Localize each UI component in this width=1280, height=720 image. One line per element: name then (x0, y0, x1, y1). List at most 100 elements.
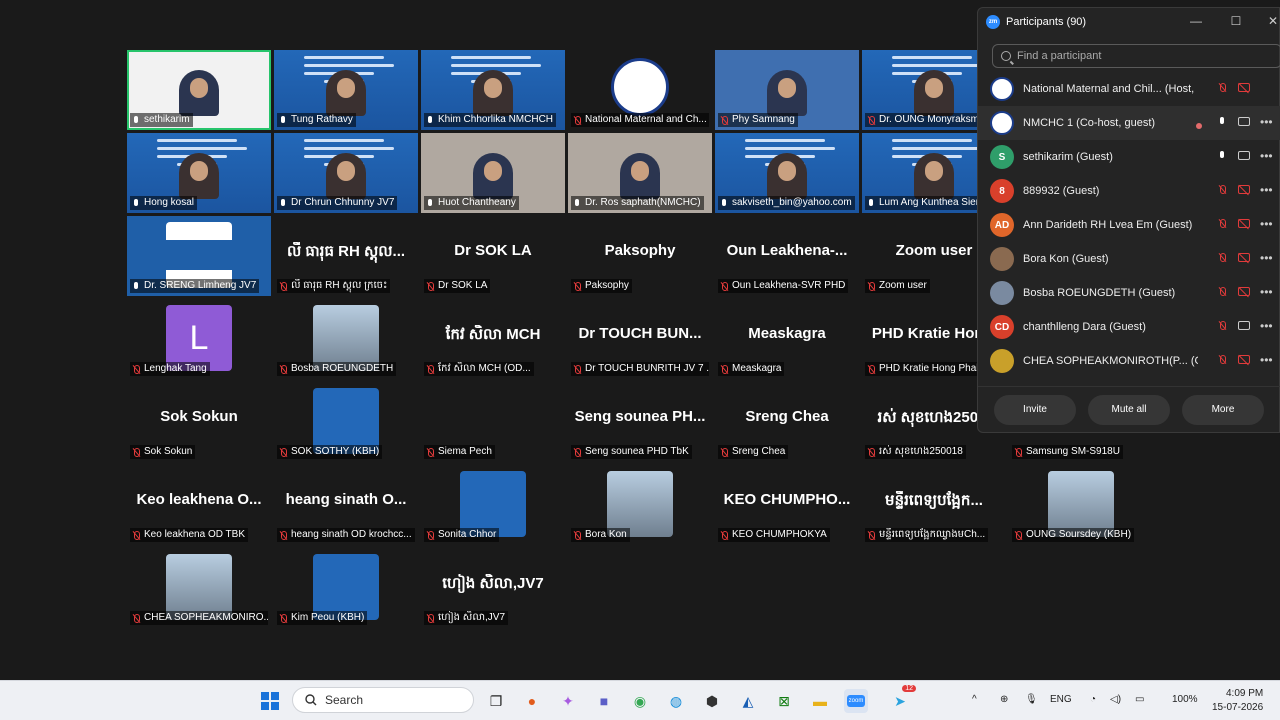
copilot-icon[interactable]: ✦ (556, 689, 580, 713)
more-options-icon[interactable]: ••• (1260, 354, 1273, 366)
participant-tile[interactable]: លី ធារុធ RH ស្តុល... លី ធារុធ RH ស្តុល ក្… (274, 216, 418, 296)
participant-tile[interactable]: Seng sounea PH... Seng sounea PHD TbK (568, 382, 712, 462)
participant-tile[interactable]: heang sinath O... heang sinath OD krochcc… (274, 465, 418, 545)
participant-search-input[interactable]: Find a participant (992, 44, 1280, 68)
participant-tile[interactable]: Phy Samnang (715, 50, 859, 130)
participant-row[interactable]: CD chanthlleng Dara (Guest) ••• (978, 310, 1280, 344)
app-a-icon[interactable]: ◭ (736, 689, 760, 713)
mic-icon[interactable] (1218, 151, 1227, 160)
more-options-icon[interactable]: ••• (1260, 116, 1273, 128)
mic-muted-icon[interactable] (1218, 185, 1227, 194)
participant-tile[interactable]: L Lenghak Tang (127, 299, 271, 379)
language-indicator[interactable]: ENG (1050, 694, 1072, 705)
zoom-taskbar-icon[interactable]: zoom (844, 689, 868, 713)
participant-tile[interactable]: Sreng Chea Sreng Chea (715, 382, 859, 462)
participant-tile[interactable]: sethikarim (127, 50, 271, 130)
participant-row[interactable]: Bora Kon (Guest) ••• (978, 242, 1280, 276)
windows-start-icon[interactable] (258, 689, 282, 713)
camera-off-icon[interactable] (1238, 253, 1250, 262)
battery-icon[interactable]: ▭ (1135, 694, 1144, 705)
participant-tile[interactable]: Tung Rathavy (274, 50, 418, 130)
participant-tile[interactable]: មន្ទីរពេទ្យបង្អែក... មន្ទីរពេទ្យបង្អែកឈ្វ… (862, 465, 1006, 545)
maximize-icon[interactable]: ☐ (1228, 14, 1244, 28)
more-options-icon[interactable]: ••• (1260, 320, 1273, 332)
camera-icon[interactable] (1238, 117, 1250, 126)
participant-tile[interactable]: National Maternal and Ch... (568, 50, 712, 130)
participant-tile[interactable]: Siema Pech (421, 382, 565, 462)
microphone-icon[interactable]: 🎙 (1025, 694, 1038, 705)
participant-tile[interactable]: Dr. Ros saphath(NMCHC) (568, 133, 712, 213)
participant-tile[interactable]: Paksophy Paksophy (568, 216, 712, 296)
camera-off-icon[interactable] (1238, 185, 1250, 194)
mic-muted-icon[interactable] (1218, 321, 1227, 330)
participant-row[interactable]: Ssethikarim (Guest) ••• (978, 140, 1280, 174)
participant-tile[interactable]: Bora Kon (568, 465, 712, 545)
task-view-icon[interactable]: ❐ (484, 689, 508, 713)
participant-row[interactable]: National Maternal and Chil... (Host, me) (978, 72, 1280, 106)
camera-off-icon[interactable] (1238, 219, 1250, 228)
participant-tile[interactable]: CHEA SOPHEAKMONIRO... (127, 548, 271, 628)
camera-off-icon[interactable] (1238, 355, 1250, 364)
mic-muted-icon[interactable] (1218, 355, 1227, 364)
taskbar-search-input[interactable]: Search (292, 687, 474, 713)
participant-tile[interactable]: sakviseth_bin@yahoo.com (715, 133, 859, 213)
mute-all-button[interactable]: Mute all (1088, 394, 1170, 425)
invite-button[interactable]: Invite (994, 394, 1076, 425)
clock-time[interactable]: 4:09 PM (1226, 688, 1263, 699)
chrome-icon[interactable]: ◉ (628, 689, 652, 713)
more-options-icon[interactable]: ••• (1260, 150, 1273, 162)
participant-tile[interactable]: កែវ សិលា MCH កែវ សិលា MCH (OD... (421, 299, 565, 379)
participant-tile[interactable]: Huot Chantheany (421, 133, 565, 213)
more-options-icon[interactable]: ••• (1260, 252, 1273, 264)
more-options-icon[interactable]: ••• (1260, 218, 1273, 230)
mic-icon[interactable] (1218, 117, 1227, 126)
participant-tile[interactable]: Dr. SRENG Limheng JV7 (127, 216, 271, 296)
more-button[interactable]: More (1182, 394, 1264, 425)
participant-tile[interactable]: Dr Chrun Chhunny JV7 (274, 133, 418, 213)
xbox-icon[interactable]: ⊠ (772, 689, 796, 713)
edge-icon[interactable]: ◍ (664, 689, 688, 713)
participant-row[interactable]: 8 889932 (Guest) ••• (978, 174, 1280, 208)
app-hex-icon[interactable]: ⬢ (700, 689, 724, 713)
participant-tile[interactable]: KEO CHUMPHO... KEO CHUMPHOKYA (715, 465, 859, 545)
participant-row[interactable]: NMCHC 1 (Co-host, guest) ••• (978, 106, 1280, 140)
camera-off-icon[interactable] (1238, 83, 1250, 92)
camera-icon[interactable] (1238, 321, 1250, 330)
participant-tile[interactable]: Oun Leakhena-... Oun Leakhena-SVR PHD (715, 216, 859, 296)
tray-app-icon[interactable]: ⊕ (1000, 694, 1008, 705)
more-options-icon[interactable]: ••• (1260, 286, 1273, 298)
mic-muted-icon[interactable] (1218, 253, 1227, 262)
participant-tile[interactable]: Dr TOUCH BUN... Dr TOUCH BUNRITH JV 7 ... (568, 299, 712, 379)
mic-muted-icon[interactable] (1218, 287, 1227, 296)
participant-list[interactable]: National Maternal and Chil... (Host, me)… (978, 72, 1280, 384)
participant-tile[interactable]: Measkagra Measkagra (715, 299, 859, 379)
participant-tile[interactable]: Kim Peou (KBH) (274, 548, 418, 628)
clock-date[interactable]: 15-07-2026 (1212, 702, 1263, 713)
participant-tile[interactable]: SOK SOTHY (KBH) (274, 382, 418, 462)
participant-tile[interactable]: Sok Sokun Sok Sokun (127, 382, 271, 462)
participant-tile[interactable]: OUNG Soursdey (KBH) (1009, 465, 1153, 545)
participant-row[interactable]: AD Ann Darideth RH Lvea Em (Guest) ••• (978, 208, 1280, 242)
telegram-icon[interactable]: ➤ 12 (888, 685, 916, 713)
volume-icon[interactable]: ◁) (1110, 694, 1121, 705)
participant-tile[interactable]: Dr SOK LA Dr SOK LA (421, 216, 565, 296)
participant-tile[interactable]: Bosba ROEUNGDETH (274, 299, 418, 379)
close-icon[interactable]: ✕ (1265, 14, 1280, 28)
minimize-icon[interactable]: — (1188, 14, 1204, 28)
participant-row[interactable]: Bosba ROEUNGDETH (Guest) ••• (978, 276, 1280, 310)
participant-row[interactable]: CHEA SOPHEAKMONIROTH(P... (Guest) ••• (978, 344, 1280, 378)
mic-muted-icon[interactable] (1218, 83, 1227, 92)
file-explorer-icon[interactable]: ▬ (808, 689, 832, 713)
teams-icon[interactable]: ■ (592, 689, 616, 713)
wifi-icon[interactable]: ◔ (1090, 694, 1096, 705)
camera-off-icon[interactable] (1238, 287, 1250, 296)
tray-chevron-icon[interactable]: ^ (972, 694, 977, 705)
more-options-icon[interactable]: ••• (1260, 184, 1273, 196)
camera-icon[interactable] (1238, 151, 1250, 160)
participant-tile[interactable]: Sonita Chhor (421, 465, 565, 545)
participant-tile[interactable]: Khim Chhorlika NMCHCH (421, 50, 565, 130)
participant-tile[interactable]: Keo leakhena O... Keo leakhena OD TBK (127, 465, 271, 545)
participant-tile[interactable]: Hong kosal (127, 133, 271, 213)
participant-tile[interactable]: ហៀង សិលា,JV7 ហៀង សិលា,JV7 (421, 548, 565, 628)
firefox-icon[interactable]: ● (520, 689, 544, 713)
